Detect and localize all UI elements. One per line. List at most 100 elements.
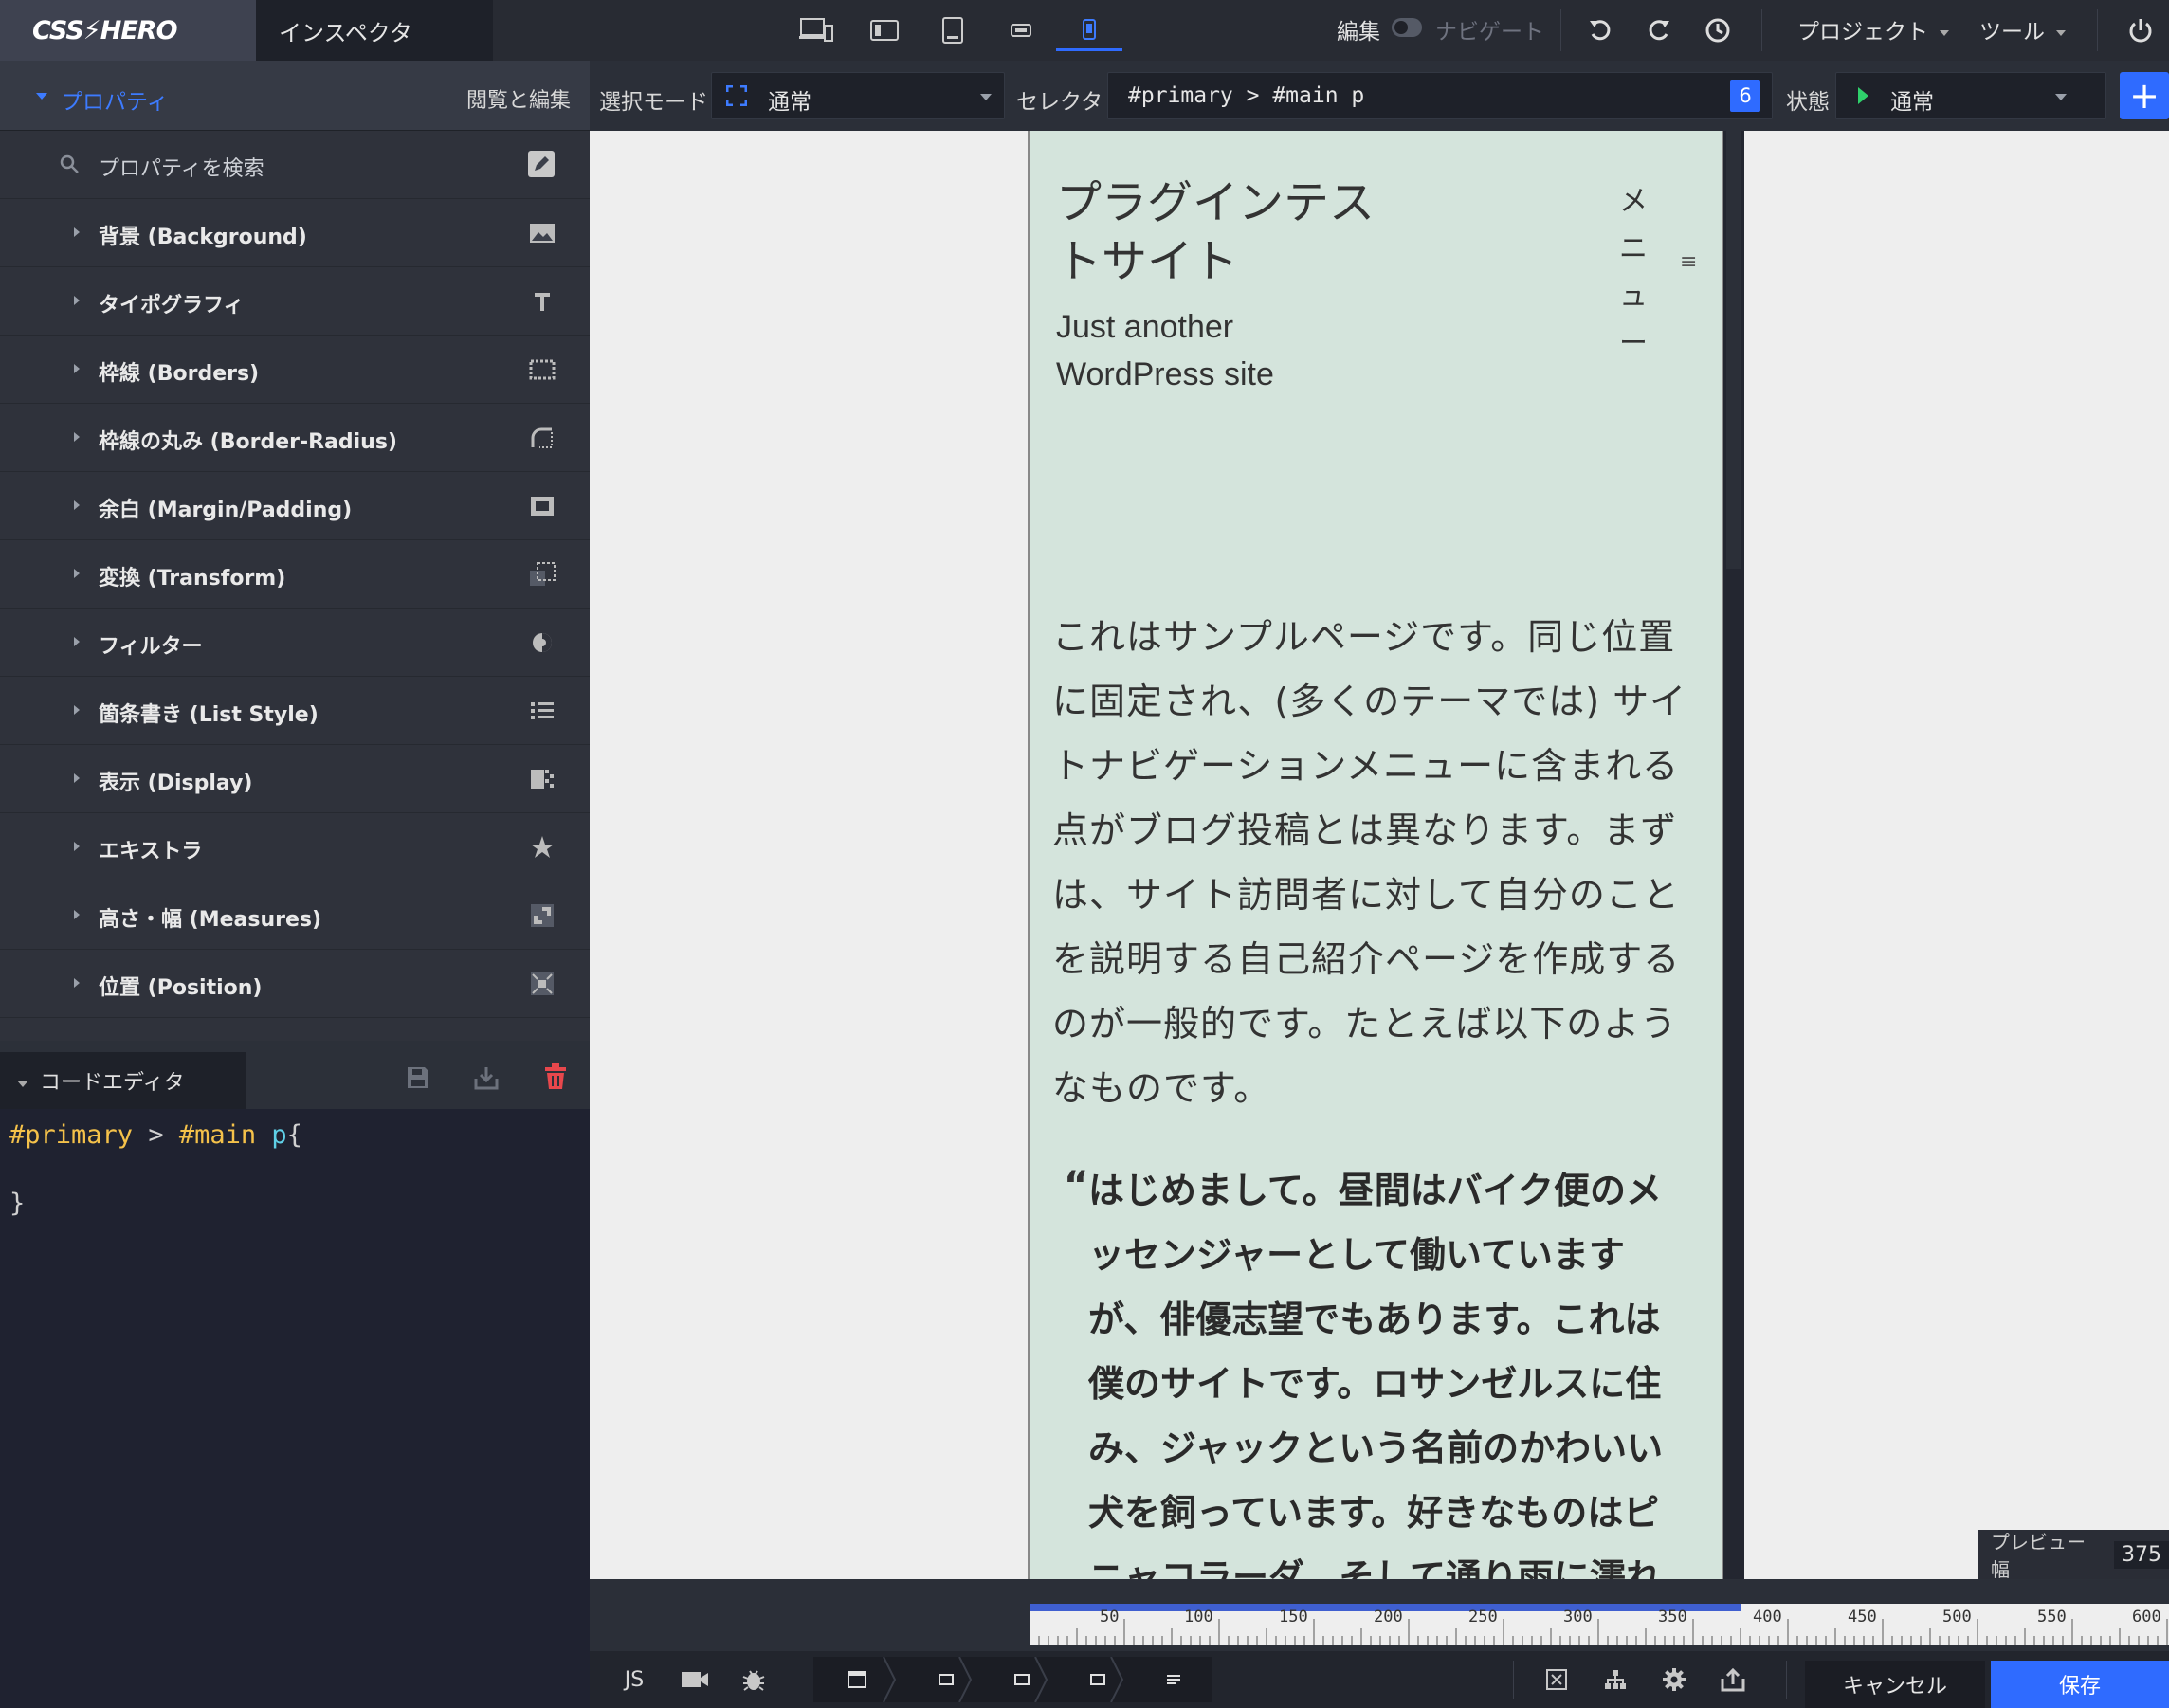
breadcrumb-element-icon[interactable] — [927, 1657, 965, 1702]
ruler-label: 600 — [2132, 1608, 2161, 1626]
collapse-arrow-icon[interactable] — [17, 1081, 28, 1087]
property-extra[interactable]: エキストラ — [0, 813, 590, 881]
edit-navigate-toggle[interactable] — [1392, 18, 1422, 37]
property-display[interactable]: 表示 (Display) — [0, 745, 590, 813]
paragraph-line: トナビゲーションメニューに含まれる — [1052, 745, 1680, 787]
selection-mode-label: 選択モード — [599, 90, 708, 115]
ruler-label: 550 — [2037, 1608, 2067, 1626]
code-brace: { — [286, 1120, 302, 1150]
selection-mode-select[interactable] — [711, 72, 1005, 119]
properties-section-title[interactable]: プロパティ — [61, 83, 169, 116]
property-position[interactable]: 位置 (Position) — [0, 950, 590, 1018]
redo-icon[interactable] — [1642, 13, 1676, 47]
property-borders[interactable]: 枠線 (Borders) — [0, 336, 590, 404]
paragraph-line: は、サイト訪問者に対して自分のこと — [1052, 874, 1680, 916]
add-rule-button[interactable]: + — [2120, 72, 2169, 119]
property-label: タイポグラフィ — [99, 294, 245, 318]
video-camera-icon[interactable] — [671, 1657, 719, 1702]
dropdown-arrow-icon — [2055, 94, 2067, 100]
js-editor-button[interactable]: JS — [611, 1657, 658, 1702]
property-label: 枠線の丸み (Border-Radius) — [99, 430, 397, 454]
undo-icon[interactable] — [1583, 13, 1617, 47]
quote-line: み、ジャックという名前のかわいい — [1088, 1427, 1664, 1469]
dropdown-arrow-icon — [980, 94, 992, 100]
quote-line: 僕のサイトです。ロサンゼルスに住 — [1088, 1363, 1662, 1405]
download-icon[interactable] — [474, 1065, 499, 1090]
property-margin-padding[interactable]: 余白 (Margin/Padding) — [0, 472, 590, 540]
property-border-radius[interactable]: 枠線の丸み (Border-Radius) — [0, 404, 590, 472]
site-tagline-line: Just another — [1056, 309, 1234, 345]
breadcrumb-paragraph-icon[interactable] — [1155, 1657, 1193, 1702]
selector-label: セレクタ — [1016, 90, 1103, 115]
bug-icon[interactable] — [730, 1657, 777, 1702]
paragraph-line: これはサンプルページです。同じ位置 — [1052, 616, 1676, 658]
preview-width-value[interactable]: 375 — [2114, 1540, 2169, 1569]
play-icon — [1858, 87, 1868, 104]
history-icon[interactable] — [1701, 13, 1735, 47]
property-list-style[interactable]: 箇条書き (List Style) — [0, 677, 590, 745]
site-title-line[interactable]: トサイト — [1056, 233, 1238, 292]
ruler-label: 200 — [1374, 1608, 1403, 1626]
divider — [1513, 1661, 1514, 1699]
hamburger-icon[interactable]: ≡ — [1680, 250, 1697, 274]
gear-icon[interactable] — [1655, 1657, 1693, 1702]
property-label: 高さ・幅 (Measures) — [99, 908, 322, 932]
ruler-label: 150 — [1279, 1608, 1308, 1626]
breadcrumb-element-icon[interactable] — [1079, 1657, 1117, 1702]
code-selector: #main — [178, 1120, 257, 1150]
edit-icon[interactable] — [527, 150, 556, 178]
property-measures[interactable]: 高さ・幅 (Measures) — [0, 881, 590, 950]
list-icon — [525, 696, 559, 726]
scrollbar-thumb[interactable] — [1726, 131, 1741, 569]
property-filter[interactable]: フィルター — [0, 609, 590, 677]
power-icon[interactable] — [2123, 13, 2158, 47]
upload-icon[interactable] — [1714, 1657, 1752, 1702]
quote-line: が、俳優志望でもあります。これは — [1088, 1299, 1661, 1340]
save-icon[interactable] — [406, 1065, 430, 1090]
code-editor-tab[interactable]: コードエディタ — [0, 1052, 246, 1109]
ruler-label: 400 — [1753, 1608, 1782, 1626]
paragraph-line: 点がブログ投稿とは異なります。まず — [1052, 809, 1678, 851]
site-title-line[interactable]: プラグインテス — [1056, 174, 1375, 233]
code-editor[interactable]: #primary > #main p{ } — [0, 1109, 590, 1708]
property-transform[interactable]: 変換 (Transform) — [0, 540, 590, 609]
ruler-label: 350 — [1658, 1608, 1687, 1626]
save-button[interactable]: 保存 — [1991, 1661, 2169, 1708]
paragraph-line: のが一般的です。たとえば以下のよう — [1052, 1003, 1678, 1045]
property-label: 箇条書き (List Style) — [99, 703, 319, 727]
tablet-portrait-icon[interactable] — [920, 9, 986, 51]
ruler-label: 500 — [1942, 1608, 1972, 1626]
property-label: フィルター — [99, 635, 203, 659]
inspector-icon[interactable] — [1538, 1657, 1576, 1702]
desktop-laptop-icon[interactable] — [783, 9, 849, 51]
property-search[interactable]: プロパティを検索 — [0, 131, 590, 199]
property-typography[interactable]: タイポグラフィ — [0, 267, 590, 336]
tools-menu[interactable]: ツール — [1979, 13, 2066, 45]
ruler-label: 450 — [1848, 1608, 1877, 1626]
sitemap-icon[interactable] — [1596, 1657, 1634, 1702]
phone-landscape-icon[interactable] — [988, 9, 1054, 51]
property-background[interactable]: 背景 (Background) — [0, 199, 590, 267]
trash-icon[interactable] — [544, 1063, 567, 1090]
transform-icon — [525, 559, 559, 590]
property-label: 枠線 (Borders) — [99, 362, 260, 386]
selector-value: #primary > #main p — [1128, 83, 1365, 108]
property-search-input[interactable]: プロパティを検索 — [99, 152, 264, 182]
menu-toggle[interactable]: メ ニ ュ ー — [1619, 178, 1648, 368]
breadcrumb-page-icon[interactable] — [838, 1657, 876, 1702]
app-logo: CSS⚡HERO — [0, 0, 256, 61]
sample-blockquote[interactable]: はじめまして。昼間はバイク便のメ ッセンジャーとして働いています が、俳優志望で… — [1088, 1158, 1704, 1579]
sample-paragraph[interactable]: これはサンプルページです。同じ位置 に固定され、(多くのテーマでは) サイ トナ… — [1052, 605, 1693, 1120]
phone-portrait-icon[interactable] — [1056, 9, 1122, 51]
divider — [1761, 9, 1762, 51]
project-menu[interactable]: プロジェクト — [1797, 13, 1949, 45]
state-label: 状態 — [1786, 90, 1830, 115]
cancel-button[interactable]: キャンセル — [1805, 1661, 1985, 1708]
display-icon — [525, 764, 559, 794]
view-edit-link[interactable]: 閲覧と編集 — [466, 83, 571, 114]
tablet-landscape-icon[interactable] — [851, 9, 918, 51]
tab-inspector[interactable]: インスペクタ — [256, 0, 493, 61]
box-model-icon — [525, 491, 559, 521]
breadcrumb-element-icon[interactable] — [1003, 1657, 1041, 1702]
collapse-arrow-icon[interactable] — [36, 93, 47, 100]
